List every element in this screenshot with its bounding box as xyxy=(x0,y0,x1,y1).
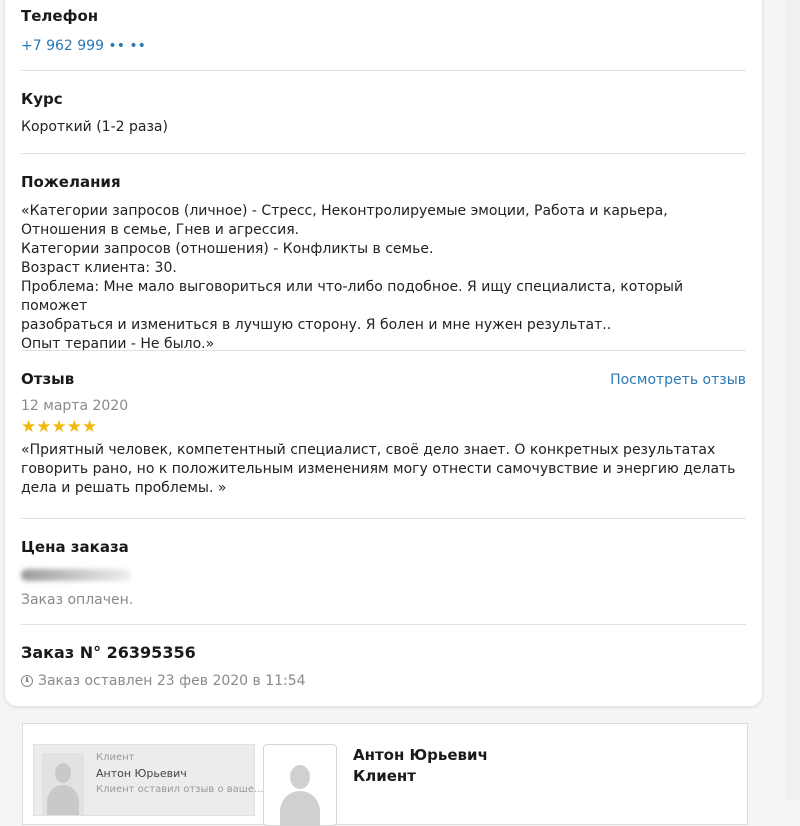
review-section: Отзыв Посмотреть отзыв 12 марта 2020 ★ ★… xyxy=(21,369,746,498)
order-number: Заказ N° 26395356 xyxy=(21,643,196,662)
review-line: дела и решать проблемы. » xyxy=(21,480,227,496)
client-name: Антон Юрьевич xyxy=(353,746,488,764)
star-icon: ★ xyxy=(51,417,67,437)
wishes-line: Возраст клиента: 30. xyxy=(21,260,177,276)
review-rating: ★ ★ ★ ★ ★ xyxy=(21,418,746,436)
course-value: Короткий (1-2 раза) xyxy=(21,119,168,135)
wishes-section: Пожелания «Категории запросов (личное) -… xyxy=(21,172,746,354)
mini-client-role: Клиент xyxy=(96,752,135,763)
star-icon: ★ xyxy=(66,417,82,437)
payment-status: Заказ оплачен. xyxy=(21,592,134,608)
page-scroll-gutter xyxy=(785,0,800,800)
wishes-line: «Категории запросов (личное) - Стресс, Н… xyxy=(21,203,668,219)
wishes-line: Опыт терапии - Не было.» xyxy=(21,336,215,352)
wishes-line: Категории запросов (отношения) - Конфлик… xyxy=(21,241,434,257)
price-value-blurred xyxy=(21,569,131,581)
review-line: говорить рано, но к положительным измене… xyxy=(21,461,736,477)
wishes-line: разобраться и измениться в лучшую сторон… xyxy=(21,317,612,333)
wishes-heading: Пожелания xyxy=(21,173,121,191)
review-heading: Отзыв xyxy=(21,370,75,388)
client-card: Клиент Антон Юрьевич Клиент оставил отзы… xyxy=(22,723,748,826)
clock-icon xyxy=(21,675,33,687)
course-heading: Курс xyxy=(21,90,63,108)
phone-heading: Телефон xyxy=(21,7,99,25)
wishes-text: «Категории запросов (личное) - Стресс, Н… xyxy=(21,202,746,354)
order-created-text: Заказ оставлен 23 фев 2020 в 11:54 xyxy=(38,673,306,689)
client-name-block: Антон Юрьевич Клиент xyxy=(353,745,488,787)
wishes-line: Отношения в семье, Гнев и агрессия. xyxy=(21,222,300,238)
mini-client-name: Антон Юрьевич xyxy=(96,767,187,780)
phone-number-link[interactable]: +7 962 999 •• •• xyxy=(21,38,146,54)
phone-section: Телефон +7 962 999 •• •• xyxy=(21,6,746,54)
price-heading: Цена заказа xyxy=(21,538,129,556)
divider xyxy=(21,70,746,71)
mini-client-note: Клиент оставил отзыв о ваше... xyxy=(96,784,264,795)
course-section: Курс Короткий (1-2 раза) xyxy=(21,89,746,137)
review-date: 12 марта 2020 xyxy=(21,398,129,414)
view-review-link[interactable]: Посмотреть отзыв xyxy=(610,372,746,388)
divider xyxy=(21,624,746,625)
order-section: Заказ N° 26395356 Заказ оставлен 23 фев … xyxy=(21,643,746,691)
review-line: «Приятный человек, компетентный специали… xyxy=(21,442,716,458)
client-preview-thumbnail[interactable]: Клиент Антон Юрьевич Клиент оставил отзы… xyxy=(33,744,264,816)
price-section: Цена заказа Заказ оплачен. xyxy=(21,537,746,610)
star-icon: ★ xyxy=(82,417,98,437)
wishes-line: Проблема: Мне мало выговориться или что-… xyxy=(21,279,684,314)
review-text: «Приятный человек, компетентный специали… xyxy=(21,441,746,498)
divider xyxy=(21,350,746,351)
client-role: Клиент xyxy=(353,767,416,785)
divider xyxy=(21,153,746,154)
star-icon: ★ xyxy=(21,417,37,437)
order-created: Заказ оставлен 23 фев 2020 в 11:54 xyxy=(21,672,746,691)
divider xyxy=(21,518,746,519)
avatar xyxy=(42,753,84,815)
star-icon: ★ xyxy=(36,417,52,437)
client-avatar xyxy=(263,744,337,826)
user-silhouette-icon xyxy=(274,763,326,825)
